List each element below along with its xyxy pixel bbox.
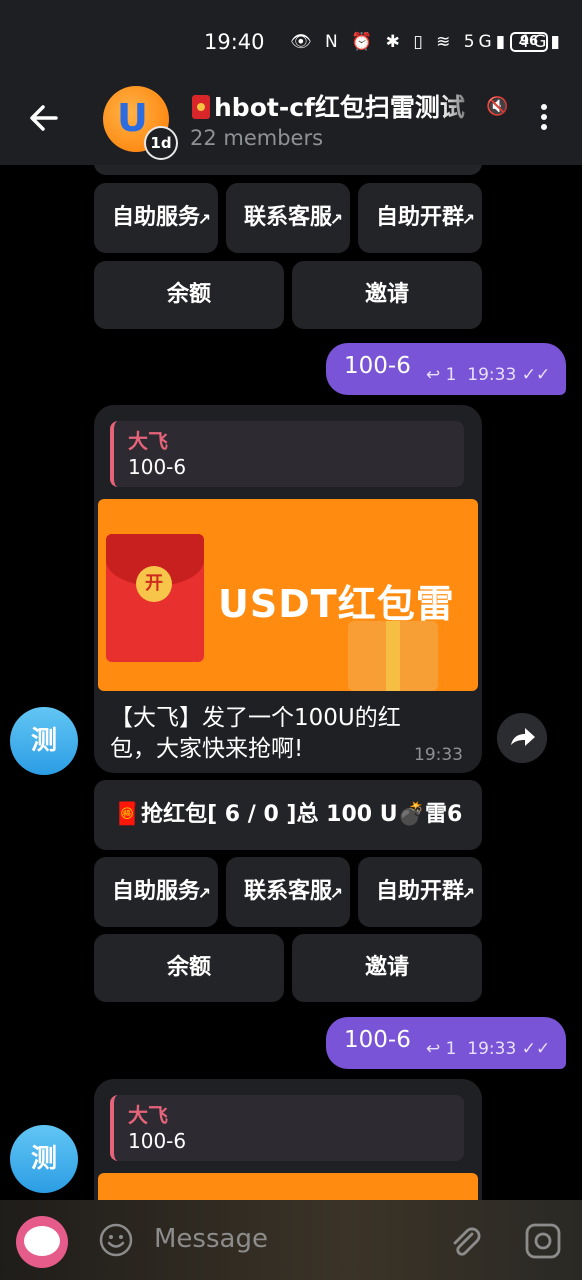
chat-title-text: hbot-cf红包扫雷测试 <box>214 93 465 122</box>
message-meta: ↩ 1 19:33 ✓✓ <box>426 1039 551 1059</box>
member-count: 22 members <box>190 126 324 150</box>
quote-text: 100-6 <box>128 455 187 479</box>
outgoing-message[interactable]: 100-6 ↩ 1 19:33 ✓✓ <box>326 1017 566 1069</box>
grab-red-packet-button[interactable]: 🧧抢红包[ 6 / 0 ]总 100 U💣雷6 <box>94 780 482 850</box>
reply-quote[interactable]: 大飞 100-6 <box>110 421 464 487</box>
button-label: 余额 <box>166 282 211 307</box>
message-time: 19:33 <box>467 365 517 385</box>
red-packet-banner-image[interactable] <box>98 1173 478 1200</box>
self-service-button[interactable]: 自助服务 ↗ <box>94 857 218 927</box>
camera-icon[interactable] <box>524 1222 562 1260</box>
red-packet-banner-image[interactable]: 开 USDT红包雷 <box>98 499 478 691</box>
external-link-icon: ↗ <box>197 884 211 903</box>
sender-avatar[interactable]: 测 <box>10 1125 78 1193</box>
red-envelope-icon: 开 <box>106 534 204 662</box>
message-text: 100-6 <box>344 353 411 379</box>
chat-area[interactable]: 自助服务 ↗ 联系客服 ↗ 自助开群 ↗ 余额 邀请 100-6 ↩ 1 19:33 … <box>0 165 582 1200</box>
battery-icon: 96 <box>510 32 548 52</box>
message-time: 19:33 <box>414 745 463 765</box>
incoming-message[interactable]: 大飞 100-6 开 USDT红包雷 【大飞】发了一个100U的红包，大家快来抢… <box>94 405 482 773</box>
message-input[interactable]: Message <box>154 1224 268 1254</box>
external-link-icon: ↗ <box>461 884 475 903</box>
back-arrow-icon[interactable] <box>26 100 62 136</box>
message-text: 【大飞】发了一个100U的红包，大家快来抢啊! <box>110 705 401 762</box>
external-link-icon: ↗ <box>329 210 343 229</box>
auto-delete-timer-badge: 1d <box>144 126 178 160</box>
reply-count: 1 <box>445 365 457 385</box>
external-link-icon: ↗ <box>329 884 343 903</box>
status-time: 19:40 <box>204 30 265 54</box>
share-icon[interactable] <box>497 713 547 763</box>
invite-button[interactable]: 邀请 <box>292 261 482 329</box>
button-label: 邀请 <box>364 955 409 980</box>
attach-icon[interactable] <box>446 1222 486 1262</box>
message-meta: ↩ 1 19:33 ✓✓ <box>426 365 551 385</box>
quote-author: 大飞 <box>128 1103 168 1127</box>
contact-support-button[interactable]: 联系客服 ↗ <box>226 183 350 253</box>
contact-support-button[interactable]: 联系客服 ↗ <box>226 857 350 927</box>
banner-title: USDT红包雷 <box>218 582 455 626</box>
status-bar: 19:40 👁 N ⏰ ✱ ▯ ≋ 5G▮ 4G▮ 96 <box>0 28 582 58</box>
chat-title[interactable]: hbot-cf红包扫雷测试 <box>192 88 482 124</box>
mute-icon: 🔇 <box>486 96 509 117</box>
quote-text: 100-6 <box>128 1129 187 1153</box>
open-group-button[interactable]: 自助开群 ↗ <box>358 857 482 927</box>
quote-author: 大飞 <box>128 429 168 453</box>
button-label: 余额 <box>166 955 211 980</box>
outgoing-message[interactable]: 100-6 ↩ 1 19:33 ✓✓ <box>326 343 566 395</box>
button-label: 🧧抢红包[ 6 / 0 ]总 100 U💣雷6 <box>113 802 463 827</box>
balance-button[interactable]: 余额 <box>94 261 284 329</box>
gift-box-icon <box>348 621 438 691</box>
red-envelope-icon <box>192 95 210 119</box>
read-checks-icon: ✓✓ <box>521 365 551 385</box>
invite-button[interactable]: 邀请 <box>292 934 482 1002</box>
message-input-bar: Message <box>0 1200 582 1280</box>
open-coin: 开 <box>136 566 172 602</box>
emoji-icon[interactable] <box>98 1222 134 1258</box>
more-menu-icon[interactable] <box>534 104 554 134</box>
message-time: 19:33 <box>467 1039 517 1059</box>
external-link-icon: ↗ <box>197 210 211 229</box>
read-checks-icon: ✓✓ <box>521 1039 551 1059</box>
top-bar: 19:40 👁 N ⏰ ✱ ▯ ≋ 5G▮ 4G▮ 96 U 1d hbot-c… <box>0 0 582 165</box>
sticker-avatar-icon[interactable] <box>16 1216 68 1268</box>
sender-avatar[interactable]: 测 <box>10 707 78 775</box>
open-group-button[interactable]: 自助开群 ↗ <box>358 183 482 253</box>
reply-count: 1 <box>445 1039 457 1059</box>
message-text: 100-6 <box>344 1027 411 1053</box>
self-service-button[interactable]: 自助服务 ↗ <box>94 183 218 253</box>
button-label: 邀请 <box>364 282 409 307</box>
external-link-icon: ↗ <box>461 210 475 229</box>
reply-quote[interactable]: 大飞 100-6 <box>110 1095 464 1161</box>
keyboard-button-partial[interactable] <box>94 165 482 175</box>
avatar-letter: U <box>117 96 148 140</box>
incoming-message[interactable]: 大飞 100-6 <box>94 1079 482 1200</box>
balance-button[interactable]: 余额 <box>94 934 284 1002</box>
